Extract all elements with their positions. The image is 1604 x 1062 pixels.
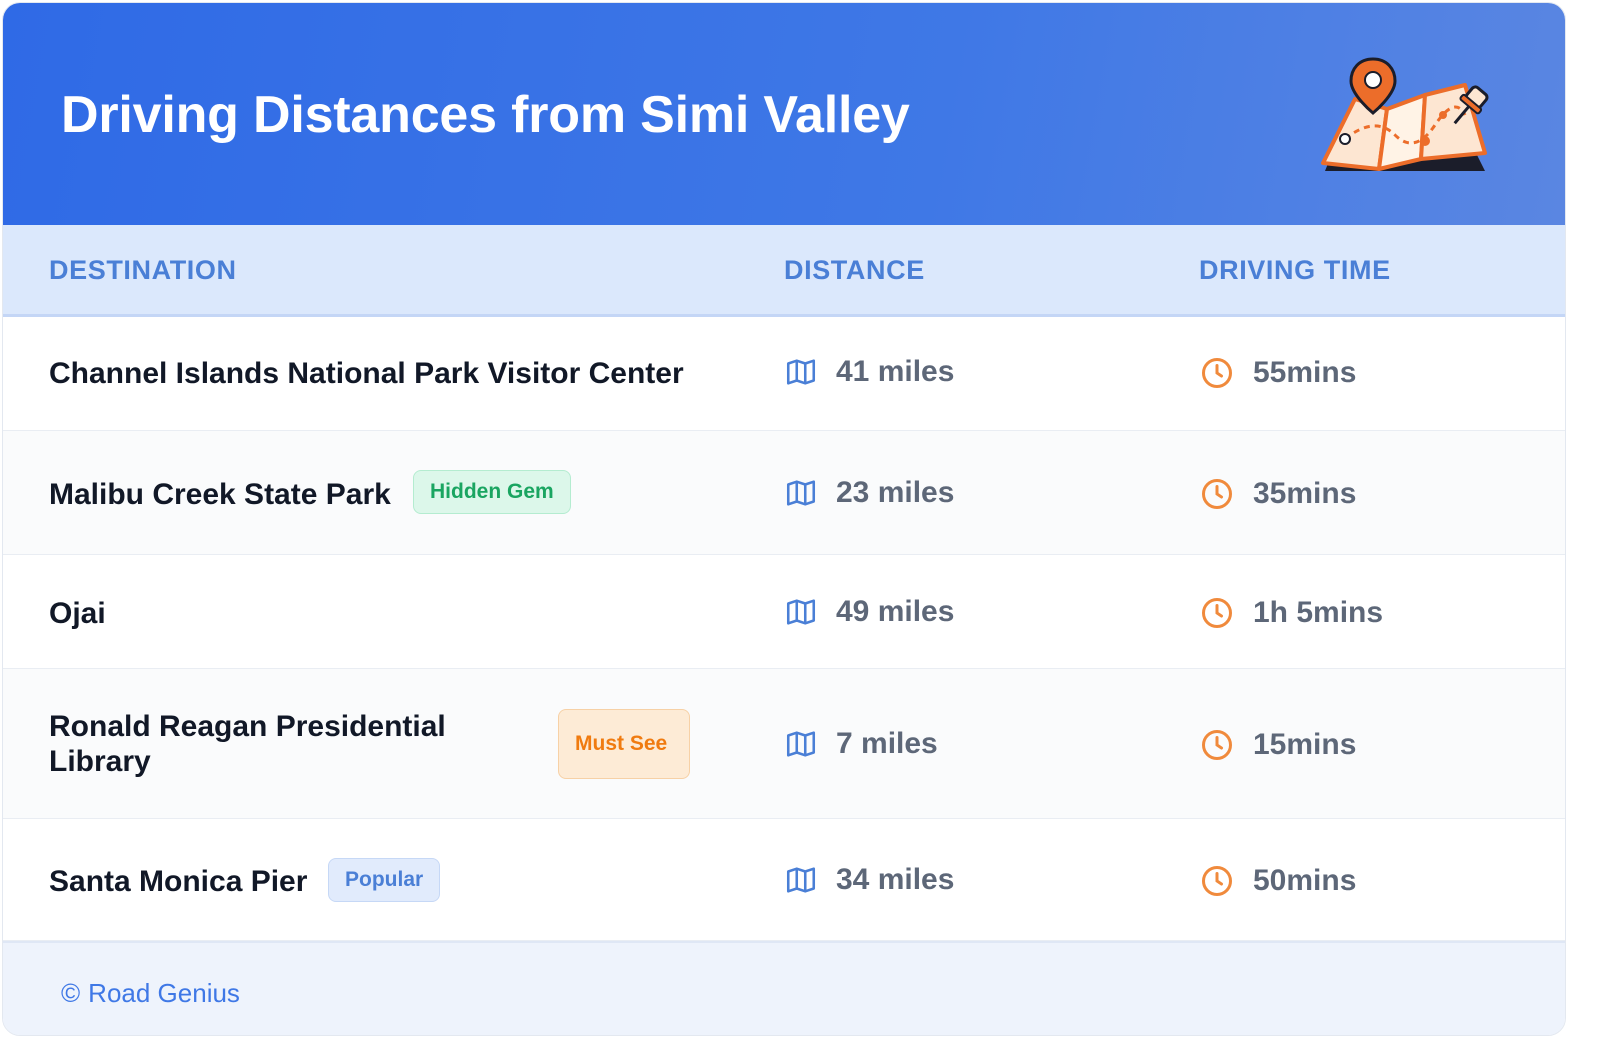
must-see-badge: Must See [558, 709, 690, 779]
card-footer: © Road Genius [3, 941, 1565, 1035]
brand-name: Road Genius [88, 978, 240, 1008]
map-icon [786, 599, 816, 625]
clock-icon [1202, 598, 1232, 628]
table-header: DESTINATION DISTANCE DRIVING TIME [3, 225, 1565, 317]
time-value: 55mins [1253, 356, 1357, 389]
destination-name: Ojai [49, 597, 106, 630]
distance-cell: 41 miles [784, 355, 954, 389]
distance-cell: 23 miles [784, 476, 954, 510]
table-row: Malibu Creek State Park Hidden Gem 23 mi… [3, 431, 1565, 555]
time-cell: 50mins [1199, 863, 1356, 899]
distance-cell: 7 miles [784, 727, 938, 761]
map-icon [786, 359, 816, 385]
map-icon [786, 480, 816, 506]
distance-cell: 49 miles [784, 595, 954, 629]
distance-value: 49 miles [836, 595, 955, 628]
clock-icon [1202, 358, 1232, 388]
time-cell: 1h 5mins [1199, 595, 1383, 631]
time-value: 1h 5mins [1253, 596, 1384, 629]
time-cell: 55mins [1199, 355, 1356, 391]
hidden-gem-badge: Hidden Gem [413, 470, 571, 514]
map-icon [786, 867, 816, 893]
table-row: Ojai 49 miles 1h 5mins [3, 555, 1565, 669]
distance-cell: 34 miles [784, 863, 954, 897]
destination-name: Ronald Reagan Presidential Library [49, 710, 446, 778]
table-row: Channel Islands National Park Visitor Ce… [3, 317, 1565, 431]
clock-icon [1202, 730, 1232, 760]
time-value: 50mins [1253, 864, 1357, 897]
column-header-destination[interactable]: DESTINATION [49, 255, 237, 286]
column-header-distance[interactable]: DISTANCE [784, 255, 925, 286]
map-icon [786, 731, 816, 757]
time-value: 35mins [1253, 477, 1357, 510]
page-title: Driving Distances from Simi Valley [61, 86, 910, 144]
table-row: Ronald Reagan Presidential Library Must … [3, 669, 1565, 819]
destination-name: Malibu Creek State Park [49, 478, 391, 511]
time-cell: 35mins [1199, 476, 1356, 512]
distance-value: 7 miles [836, 727, 938, 760]
destination-name: Channel Islands National Park Visitor Ce… [49, 357, 684, 390]
map-with-pins-icon [1321, 57, 1489, 171]
time-cell: 15mins [1199, 727, 1356, 763]
time-value: 15mins [1253, 728, 1357, 761]
column-header-driving-time[interactable]: DRIVING TIME [1199, 255, 1391, 286]
destination-name: Santa Monica Pier [49, 865, 308, 898]
clock-icon [1202, 479, 1232, 509]
popular-badge: Popular [328, 858, 441, 902]
distances-card: Driving Distances from Simi Valley DESTI… [2, 2, 1566, 1036]
distance-value: 34 miles [836, 863, 955, 896]
clock-icon [1202, 866, 1232, 896]
card-header: Driving Distances from Simi Valley [3, 3, 1565, 225]
distance-value: 23 miles [836, 476, 955, 509]
copyright-icon: © [61, 978, 81, 1008]
distance-value: 41 miles [836, 355, 955, 388]
footer-brand[interactable]: © Road Genius [61, 978, 240, 1009]
table-row: Santa Monica Pier Popular 34 miles 50min… [3, 819, 1565, 941]
